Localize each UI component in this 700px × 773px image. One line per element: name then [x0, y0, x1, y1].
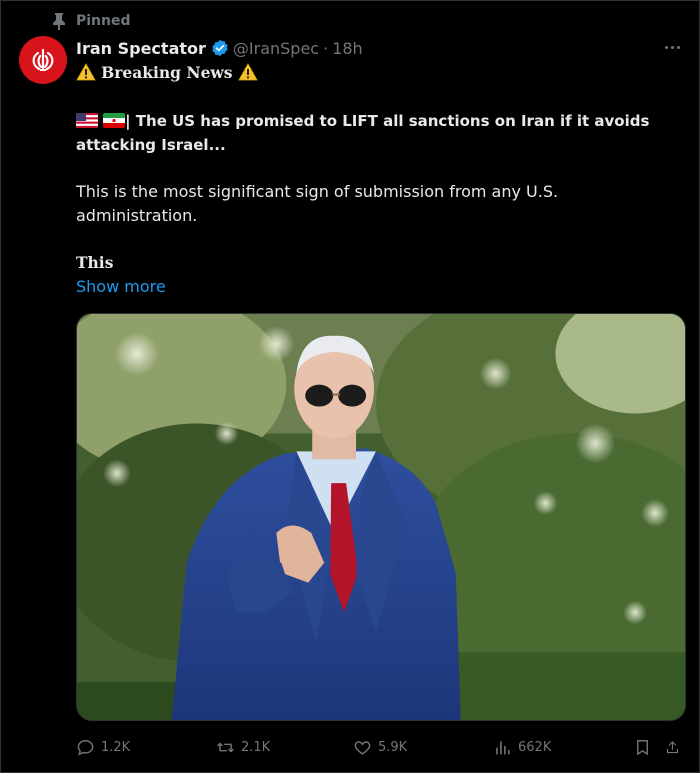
views-icon	[496, 740, 510, 755]
headline-text-1: | The US has promised to LIFT all sancti…	[125, 112, 650, 130]
breaking-news-text: Breaking News	[101, 63, 233, 82]
body-line-2: administration.	[76, 206, 198, 225]
pin-icon	[53, 13, 65, 30]
verified-badge-icon	[212, 39, 228, 57]
views-button[interactable]: 662K	[493, 738, 633, 757]
like-icon	[354, 740, 371, 755]
us-flag-icon	[76, 113, 98, 128]
repost-icon	[217, 742, 234, 752]
bookmark-button[interactable]	[633, 738, 665, 757]
repost-count: 2.1K	[241, 739, 271, 755]
more-icon-dot	[676, 45, 680, 49]
warning-icon	[237, 63, 258, 81]
more-options-button[interactable]	[661, 37, 683, 57]
headline-text-2: attacking Israel...	[76, 136, 226, 154]
body-line-1: This is the most significant sign of sub…	[76, 182, 559, 201]
bookmark-icon	[637, 739, 648, 755]
warning-icon	[76, 63, 96, 81]
iran-flag-icon	[103, 113, 126, 128]
separator-dot: ·	[323, 38, 329, 58]
like-button[interactable]: 5.9K	[353, 738, 493, 757]
pinned-indicator: Pinned	[51, 11, 131, 31]
tweet-header: Iran Spectator @IranSpec · 18h	[76, 37, 363, 59]
headline-line-2: attacking Israel...	[76, 133, 676, 157]
headline-line-1: | The US has promised to LIFT all sancti…	[76, 109, 676, 133]
views-count: 662K	[518, 739, 552, 755]
action-bar: 1.2K 2.1K 5.9K 662K	[76, 734, 686, 760]
more-icon-dot	[670, 45, 674, 49]
tweet-card[interactable]: Pinned Iran Spectator @IranSpec · 18h Br…	[0, 0, 700, 773]
share-icon	[666, 740, 679, 753]
reply-button[interactable]: 1.2K	[76, 738, 216, 757]
share-button[interactable]	[665, 738, 686, 757]
timestamp[interactable]: 18h	[332, 39, 363, 58]
avatar[interactable]	[19, 36, 67, 84]
more-icon-dot	[664, 45, 668, 49]
reply-icon	[77, 739, 94, 755]
author-handle[interactable]: @IranSpec	[233, 39, 319, 58]
show-more-link[interactable]: Show more	[76, 275, 676, 299]
photo-man-in-suit	[77, 314, 685, 720]
breaking-news-line: Breaking News	[76, 61, 676, 85]
author-name[interactable]: Iran Spectator	[76, 39, 206, 58]
repost-button[interactable]: 2.1K	[216, 738, 353, 757]
like-count: 5.9K	[378, 739, 408, 755]
reply-count: 1.2K	[101, 739, 131, 755]
body-line-3: This	[76, 253, 114, 272]
pinned-label: Pinned	[76, 13, 131, 29]
tweet-photo[interactable]	[76, 313, 686, 721]
iran-emblem-icon	[32, 48, 54, 72]
